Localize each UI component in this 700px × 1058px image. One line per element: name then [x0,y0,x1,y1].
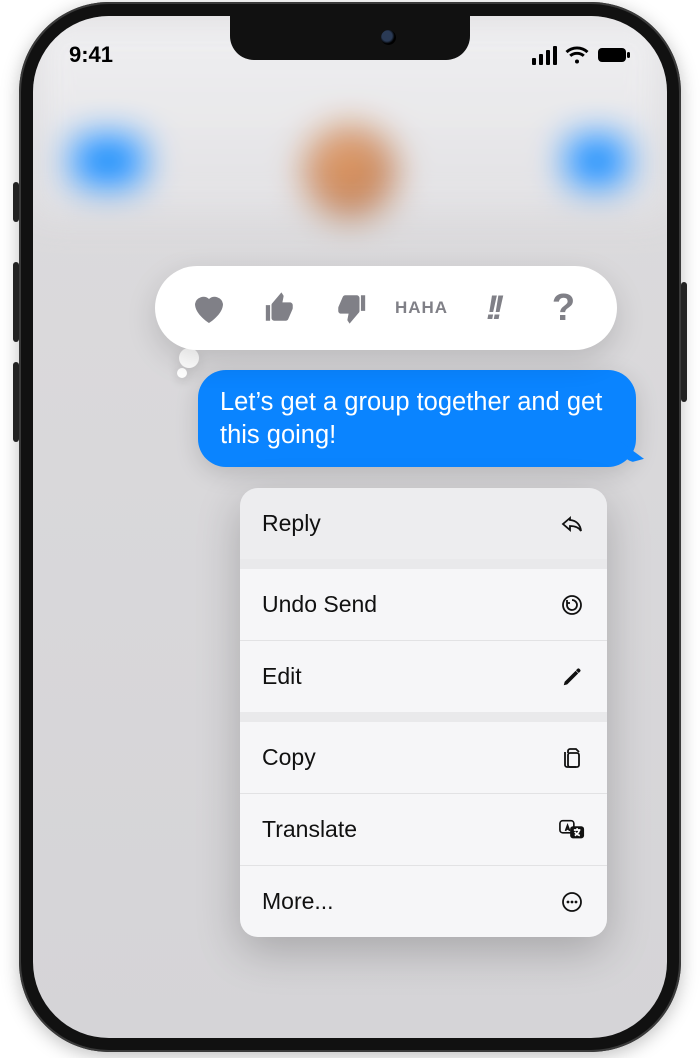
front-camera [381,30,396,45]
tapback-haha-top: HA [395,301,422,315]
battery-icon [597,47,631,63]
tapback-heart[interactable] [186,285,232,331]
wifi-icon [565,45,589,65]
reply-arrow-icon [559,511,585,537]
message-text: Let’s get a group together and get this … [220,388,602,449]
menu-item-more-label: More... [262,888,334,915]
message-context-menu: Reply Undo Send Edit Copy [240,488,607,937]
tapback-tail [179,348,211,380]
selected-message-bubble[interactable]: Let’s get a group together and get this … [198,370,636,467]
undo-send-icon [559,592,585,618]
more-ellipsis-icon [559,889,585,915]
menu-item-edit-label: Edit [262,663,302,690]
menu-item-copy-label: Copy [262,744,316,771]
menu-item-reply[interactable]: Reply [240,488,607,559]
notch [230,16,470,60]
copy-icon [559,745,585,771]
tapback-thumbs-down[interactable] [328,285,374,331]
tapback-haha[interactable]: HA HA [399,285,445,331]
menu-item-undo-send-label: Undo Send [262,591,377,618]
status-right [532,45,631,65]
cellular-signal-icon [532,46,557,65]
status-time: 9:41 [69,42,113,68]
menu-item-undo-send[interactable]: Undo Send [240,569,607,640]
phone-frame: 9:41 [19,2,681,1052]
menu-item-copy[interactable]: Copy [240,722,607,793]
menu-item-reply-label: Reply [262,510,321,537]
menu-item-translate[interactable]: Translate [240,794,607,865]
tapback-bar: HA HA !! ? [155,266,617,350]
menu-item-more[interactable]: More... [240,866,607,937]
menu-item-edit[interactable]: Edit [240,641,607,712]
pencil-icon [559,664,585,690]
tapback-thumbs-up[interactable] [257,285,303,331]
tapback-haha-bot: HA [422,301,449,315]
tapback-emphasize[interactable]: !! [470,285,516,331]
tapback-question[interactable]: ? [541,285,587,331]
translate-icon [559,817,585,843]
screen: 9:41 [33,16,667,1038]
menu-item-translate-label: Translate [262,816,357,843]
